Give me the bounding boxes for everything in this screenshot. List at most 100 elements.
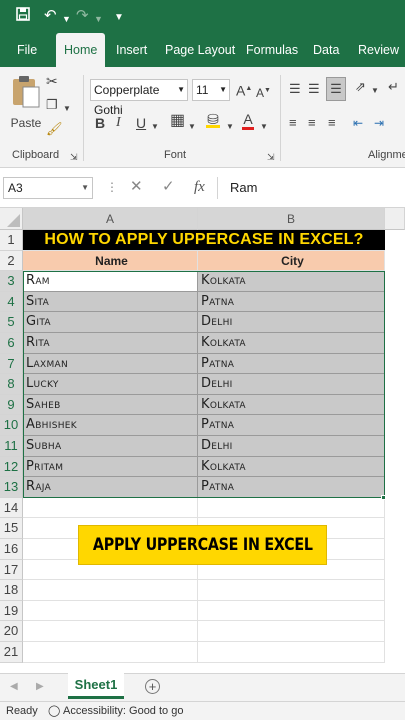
accessibility-status[interactable]: Accessibility: Good to go <box>63 702 183 720</box>
city-cell[interactable]: Patna <box>198 477 385 498</box>
row-header[interactable]: 1 <box>0 230 23 251</box>
name-cell[interactable]: Saheb <box>23 394 198 416</box>
font-launcher-icon[interactable]: ⇲ <box>267 149 275 165</box>
row-header[interactable]: 7 <box>0 353 23 375</box>
name-cell[interactable]: Ram <box>23 271 198 292</box>
wrap-text-icon[interactable]: ↵ <box>388 79 399 95</box>
name-cell[interactable]: Raja <box>23 477 198 498</box>
city-cell[interactable]: Kolkata <box>198 271 385 292</box>
cut-icon[interactable]: ✂ <box>46 73 58 89</box>
align-right-icon[interactable]: ≡ <box>328 115 336 131</box>
align-middle-icon[interactable]: ☰ <box>308 81 320 97</box>
increase-indent-icon[interactable]: ⇥ <box>374 115 384 131</box>
font-color-dropdown-icon[interactable]: ▼ <box>260 119 268 135</box>
scroll-right-icon[interactable]: ▶ <box>36 679 44 695</box>
uppercase-banner[interactable]: APPLY UPPERCASE IN EXCEL <box>78 525 327 565</box>
fill-color-dropdown-icon[interactable]: ▼ <box>226 119 234 135</box>
row-header[interactable]: 10 <box>0 415 23 436</box>
undo-icon[interactable]: ↶ <box>44 7 57 25</box>
align-center-icon[interactable]: ≡ <box>308 115 316 131</box>
select-all-corner[interactable] <box>0 208 23 230</box>
column-header-a[interactable]: A <box>23 208 198 230</box>
tab-review[interactable]: Review <box>358 33 399 67</box>
decrease-indent-icon[interactable]: ⇤ <box>353 115 363 131</box>
row-header[interactable]: 16 <box>0 539 23 560</box>
cancel-icon[interactable]: ✕ <box>130 177 143 197</box>
empty-cell[interactable] <box>23 600 198 622</box>
name-cell[interactable]: Rita <box>23 333 198 354</box>
save-icon[interactable] <box>16 7 30 26</box>
empty-cell[interactable] <box>198 642 385 663</box>
city-cell[interactable]: Kolkata <box>198 394 385 416</box>
font-name-select[interactable]: Copperplate Gothi ▼ <box>90 79 188 117</box>
empty-cell[interactable] <box>23 642 198 663</box>
empty-cell[interactable] <box>198 600 385 622</box>
city-cell[interactable]: Delhi <box>198 436 385 457</box>
row-header[interactable]: 5 <box>0 312 23 333</box>
city-cell[interactable]: Delhi <box>198 312 385 333</box>
copy-icon[interactable]: ❐ <box>46 97 58 113</box>
undo-dropdown-icon[interactable]: ▼ <box>62 10 71 28</box>
row-header[interactable]: 17 <box>0 559 23 581</box>
accessibility-icon[interactable]: ◯ <box>48 702 60 720</box>
worksheet-grid[interactable]: A B 1 2 3 4 5 6 7 8 9 10 11 12 13 14 15 16 17 18 19 20 21 HO… <box>0 208 405 673</box>
tab-formulas[interactable]: Formulas <box>246 33 298 67</box>
formula-options-icon[interactable]: ⋮ <box>106 177 118 197</box>
format-painter-icon[interactable]: 🖌 <box>46 121 63 137</box>
row-header[interactable]: 21 <box>0 642 23 663</box>
empty-cell[interactable] <box>23 621 198 642</box>
increase-font-size-icon[interactable]: A▲ <box>236 81 252 99</box>
tab-page-layout[interactable]: Page Layout <box>165 33 235 67</box>
empty-cell[interactable] <box>198 497 385 519</box>
city-cell[interactable]: Patna <box>198 415 385 436</box>
header-cell-name[interactable]: Name <box>23 250 198 272</box>
row-header[interactable]: 8 <box>0 374 23 395</box>
row-header[interactable]: 6 <box>0 333 23 354</box>
redo-icon[interactable]: ↷ <box>76 7 89 25</box>
empty-cell[interactable] <box>198 621 385 642</box>
copy-dropdown-icon[interactable]: ▼ <box>63 101 71 117</box>
city-cell[interactable]: Kolkata <box>198 456 385 478</box>
city-cell[interactable]: Patna <box>198 353 385 375</box>
row-header[interactable]: 4 <box>0 291 23 313</box>
row-header[interactable]: 19 <box>0 600 23 622</box>
tab-insert[interactable]: Insert <box>116 33 147 67</box>
align-left-icon[interactable]: ≡ <box>289 115 297 131</box>
bold-button[interactable]: B <box>95 115 105 131</box>
add-sheet-button[interactable]: + <box>145 679 160 694</box>
fill-handle[interactable] <box>381 494 386 500</box>
font-color-icon[interactable]: A <box>242 111 254 130</box>
row-header[interactable]: 9 <box>0 394 23 416</box>
underline-button[interactable]: U <box>136 115 146 131</box>
row-header[interactable]: 12 <box>0 456 23 478</box>
sheet-tab-sheet1[interactable]: Sheet1 <box>68 673 124 699</box>
underline-dropdown-icon[interactable]: ▼ <box>151 119 159 135</box>
column-header-b[interactable]: B <box>198 208 385 230</box>
name-cell[interactable]: Lucky <box>23 374 198 395</box>
italic-button[interactable]: I <box>116 115 121 131</box>
name-box[interactable]: A3 ▼ <box>3 177 93 199</box>
city-cell[interactable]: Delhi <box>198 374 385 395</box>
align-top-icon[interactable]: ☰ <box>289 81 301 97</box>
row-header[interactable]: 14 <box>0 497 23 519</box>
column-header-c[interactable] <box>385 208 405 230</box>
city-cell[interactable]: Patna <box>198 291 385 313</box>
name-cell[interactable]: Sita <box>23 291 198 313</box>
name-cell[interactable]: Pritam <box>23 456 198 478</box>
empty-cell[interactable] <box>23 580 198 601</box>
redo-dropdown-icon[interactable]: ▼ <box>94 10 103 28</box>
formula-input[interactable]: Ram <box>230 177 257 199</box>
title-cell[interactable]: HOW TO APPLY UPPERCASE IN EXCEL? <box>23 230 385 251</box>
row-header[interactable]: 18 <box>0 580 23 601</box>
city-cell[interactable]: Kolkata <box>198 333 385 354</box>
font-size-select[interactable]: 11 ▼ <box>192 79 230 101</box>
orientation-icon[interactable]: ⇗ <box>355 79 366 95</box>
name-cell[interactable]: Subha <box>23 436 198 457</box>
tab-data[interactable]: Data <box>313 33 339 67</box>
clipboard-launcher-icon[interactable]: ⇲ <box>70 149 78 165</box>
fill-color-icon[interactable]: ⛁ <box>206 111 220 128</box>
header-cell-city[interactable]: City <box>198 250 385 272</box>
row-header[interactable]: 2 <box>0 250 23 272</box>
scroll-left-icon[interactable]: ◀ <box>10 679 18 695</box>
row-header[interactable]: 20 <box>0 621 23 642</box>
